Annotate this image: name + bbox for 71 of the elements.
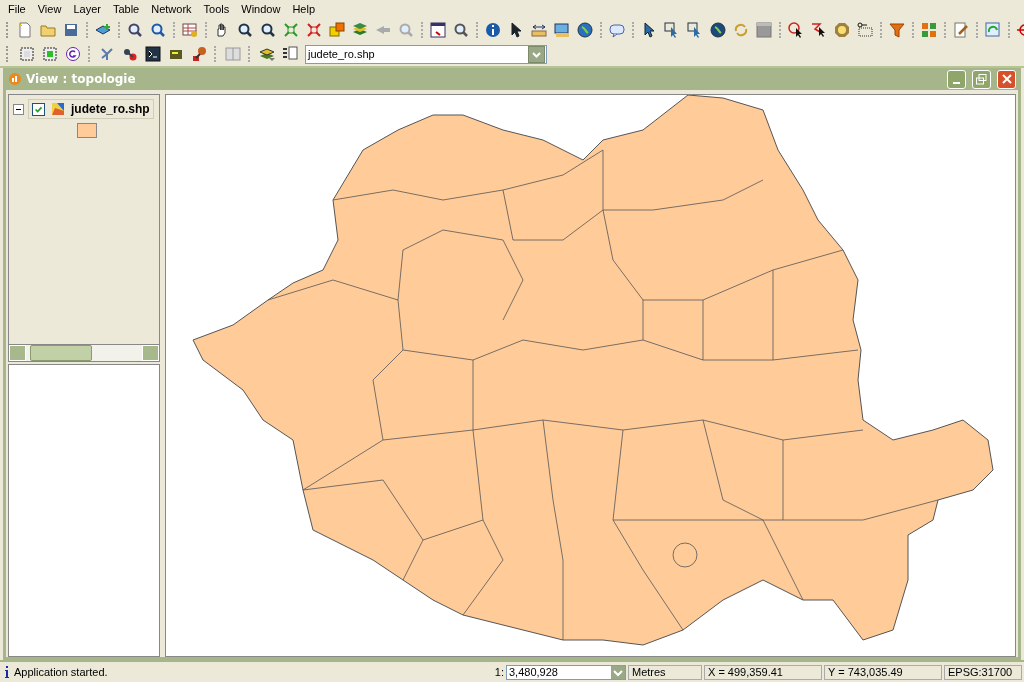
new-document-icon[interactable]: [17, 22, 33, 38]
table-refresh-icon[interactable]: [985, 22, 1001, 38]
buffer-icon[interactable]: [834, 22, 850, 38]
list-icon[interactable]: [282, 46, 298, 62]
network-icon[interactable]: [99, 46, 115, 62]
edit-document-icon[interactable]: [953, 22, 969, 38]
speech-bubble-icon[interactable]: [609, 22, 625, 38]
menu-item[interactable]: Window: [235, 3, 287, 15]
magnifier-icon[interactable]: [453, 22, 469, 38]
full-extent-icon[interactable]: [283, 22, 299, 38]
minimize-button[interactable]: [947, 69, 966, 89]
globe-lightning-icon[interactable]: [577, 22, 593, 38]
measure-distance-icon[interactable]: [531, 22, 547, 38]
save-icon[interactable]: [63, 22, 79, 38]
minimize-icon: [953, 81, 960, 84]
legend-swatch: [77, 123, 97, 138]
label-icon[interactable]: [921, 22, 937, 38]
close-button[interactable]: [997, 69, 1016, 89]
units-label: Metres: [628, 664, 702, 680]
molecule-icon[interactable]: [122, 46, 138, 62]
horizontal-scrollbar[interactable]: [8, 344, 160, 362]
console-icon[interactable]: [145, 46, 161, 62]
restore-icon: [976, 73, 987, 85]
info-icon: [4, 666, 10, 678]
select-nodes-icon[interactable]: [19, 46, 35, 62]
menu-item[interactable]: Layer: [67, 3, 107, 15]
menu-item[interactable]: View: [31, 3, 68, 15]
paint-icon[interactable]: [191, 46, 207, 62]
layer-dropdown[interactable]: judete_ro.shp: [305, 44, 547, 64]
y-coordinate: Y = 743,035.49: [824, 664, 942, 680]
status-message: Application started.: [14, 666, 108, 678]
pointer-info-icon[interactable]: [508, 22, 524, 38]
circle-select-icon[interactable]: [788, 22, 804, 38]
menu-item[interactable]: Table: [106, 3, 146, 15]
view-icon: [8, 72, 22, 86]
info-icon[interactable]: [485, 22, 501, 38]
locate-icon[interactable]: [150, 22, 166, 38]
zoom-preview-icon[interactable]: [127, 22, 143, 38]
polygon-layer-icon: [51, 102, 65, 116]
globe-icon[interactable]: [710, 22, 726, 38]
zoom-extent-icon[interactable]: [306, 22, 322, 38]
caret-icon[interactable]: [528, 45, 545, 63]
filter-icon[interactable]: [889, 22, 905, 38]
scale-field[interactable]: 3,480,928: [506, 664, 626, 680]
filled-nodes-icon[interactable]: [42, 46, 58, 62]
maximize-button[interactable]: [972, 69, 991, 89]
zoom-in-icon[interactable]: [237, 22, 253, 38]
menu-item[interactable]: Tools: [197, 3, 236, 15]
rectangle-select-icon[interactable]: [664, 22, 680, 38]
layer-edit-icon[interactable]: [259, 46, 275, 62]
caret-icon[interactable]: [611, 665, 625, 679]
menu-item[interactable]: Network: [145, 3, 198, 15]
layer-checkbox[interactable]: [32, 102, 45, 116]
view-frame-icon[interactable]: [430, 22, 446, 38]
menu-item[interactable]: Help: [286, 3, 321, 15]
collapse-icon[interactable]: [13, 103, 24, 115]
polyline-select-icon[interactable]: [811, 22, 827, 38]
layer-stack-icon[interactable]: [352, 22, 368, 38]
menu-item[interactable]: File: [2, 3, 32, 15]
grid-settings-icon[interactable]: [182, 22, 198, 38]
scale-prefix: 1:: [494, 666, 504, 678]
window-title: View : topologie: [26, 72, 137, 86]
x-coordinate: X = 499,359.41: [704, 664, 822, 680]
overlapping-squares-icon[interactable]: [329, 22, 345, 38]
polygon-select-icon[interactable]: [687, 22, 703, 38]
measure-area-icon[interactable]: [554, 22, 570, 38]
crs-label: EPSG:31700: [944, 664, 1022, 680]
zoom-out-icon[interactable]: [260, 22, 276, 38]
close-icon: [1001, 74, 1012, 84]
cut-selection-icon[interactable]: [857, 22, 873, 38]
select-pointer-icon[interactable]: [641, 22, 657, 38]
